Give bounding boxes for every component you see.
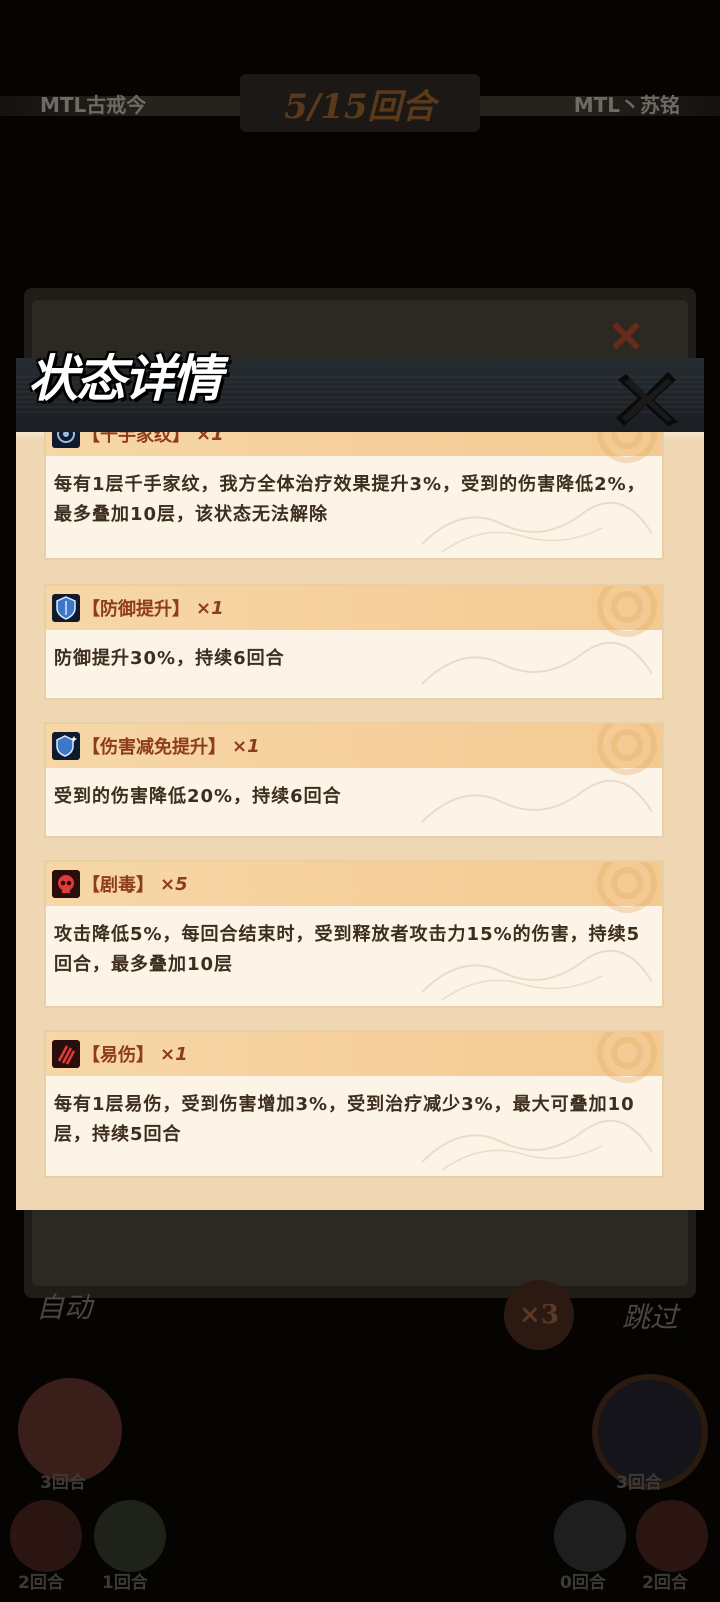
close-x-icon[interactable]: [612, 368, 684, 428]
right-player-name: MTL丶苏铭: [573, 92, 680, 117]
claw-scratch-icon: [52, 1040, 80, 1068]
status-count: ×1: [196, 597, 224, 619]
left-buff-turns-1: 2回合: [18, 1573, 64, 1593]
right-buff-slot-2[interactable]: [636, 1500, 708, 1572]
left-skill-turns: 3回合: [40, 1473, 86, 1493]
status-name: 【易伤】: [82, 1045, 154, 1066]
right-skill-turns: 3回合: [616, 1473, 662, 1493]
battle-topbar: MTL古戒今 5/15回合 MTL丶苏铭: [0, 70, 720, 136]
status-card: 【伤害减免提升】 ×1 受到的伤害降低20%，持续6回合: [44, 722, 664, 838]
status-card-header: 【千手家纹】 ×1: [46, 432, 662, 472]
left-player-name: MTL古戒今: [40, 92, 147, 117]
background-close-icon: ✕: [607, 312, 645, 363]
speed-button[interactable]: ×3: [504, 1280, 574, 1350]
status-name: 【剧毒】: [82, 875, 154, 896]
status-name: 【防御提升】: [82, 599, 190, 620]
left-skill-portrait[interactable]: [18, 1378, 122, 1482]
left-buff-turns-2: 1回合: [102, 1573, 148, 1593]
status-count: ×1: [232, 735, 260, 757]
clan-crest-icon: [52, 432, 80, 448]
skip-button[interactable]: 跳过: [622, 1296, 678, 1336]
status-count: ×1: [160, 1043, 188, 1065]
status-card: 【防御提升】 ×1 防御提升30%，持续6回合: [44, 584, 664, 700]
status-card-header: 【易伤】 ×1: [46, 1032, 662, 1092]
skull-icon: [52, 870, 80, 898]
round-counter: 5/15回合: [240, 74, 480, 132]
status-detail-modal: 状态详情 【千手家纹】 ×1 每有1层千手家纹，我方全体治疗效果提升3%，受到的…: [16, 349, 704, 1210]
auto-battle-button[interactable]: 自动: [36, 1286, 92, 1326]
status-card: 【剧毒】 ×5 攻击降低5%，每回合结束时，受到释放者攻击力15%的伤害，持续5…: [44, 860, 664, 1008]
status-card-header: 【剧毒】 ×5: [46, 862, 662, 922]
modal-title: 状态详情: [28, 349, 222, 408]
status-name: 【伤害减免提升】: [82, 737, 226, 758]
right-buff-slot-1[interactable]: [554, 1500, 626, 1572]
status-card: 【千手家纹】 ×1 每有1层千手家纹，我方全体治疗效果提升3%，受到的伤害降低2…: [44, 432, 664, 560]
status-list[interactable]: 【千手家纹】 ×1 每有1层千手家纹，我方全体治疗效果提升3%，受到的伤害降低2…: [16, 432, 704, 1210]
left-buff-slot-2[interactable]: [94, 1500, 166, 1572]
shield-sparkle-icon: [52, 732, 80, 760]
left-buff-slot-1[interactable]: [10, 1500, 82, 1572]
right-buff-turns-1: 0回合: [560, 1573, 606, 1593]
status-card: 【易伤】 ×1 每有1层易伤，受到伤害增加3%，受到治疗减少3%，最大可叠加10…: [44, 1030, 664, 1178]
status-count: ×1: [196, 432, 224, 445]
status-name: 【千手家纹】: [82, 432, 190, 446]
status-count: ×5: [160, 873, 188, 895]
right-buff-turns-2: 2回合: [642, 1573, 688, 1593]
shield-icon: [52, 594, 80, 622]
